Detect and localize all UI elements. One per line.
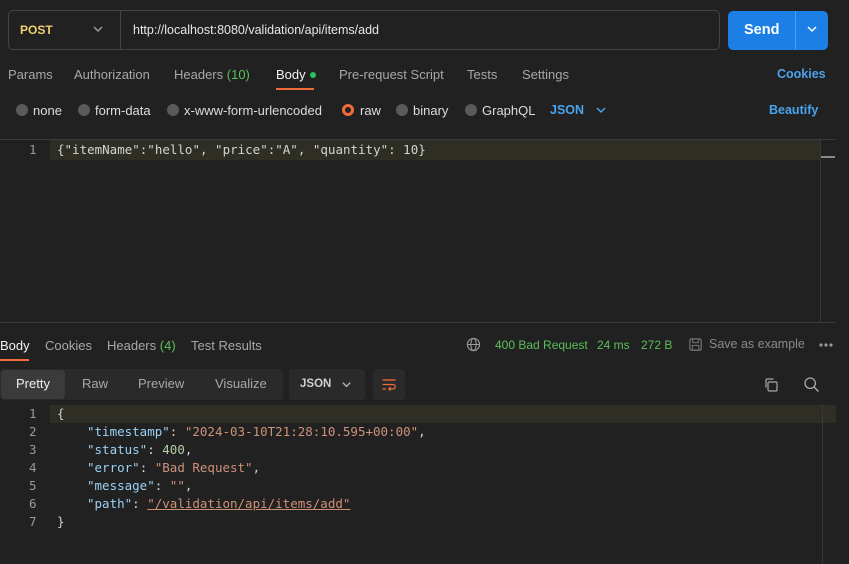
line-number: 2: [29, 424, 37, 439]
radio-none-label[interactable]: none: [33, 103, 62, 118]
view-preview[interactable]: Preview: [138, 376, 184, 391]
radio-none[interactable]: [16, 104, 28, 116]
method-label: POST: [20, 23, 53, 37]
json-key: "message": [87, 478, 155, 493]
view-pretty[interactable]: Pretty: [16, 376, 50, 391]
view-raw[interactable]: Raw: [82, 376, 108, 391]
search-icon[interactable]: [803, 376, 820, 393]
save-as-example-button[interactable]: Save as example: [709, 337, 805, 351]
code-line: "timestamp": "2024-03-10T21:28:10.595+00…: [87, 424, 426, 439]
url-bar: POST http://localhost:8080/validation/ap…: [8, 10, 720, 50]
active-tab-underline: [276, 88, 314, 90]
chevron-down-icon: [93, 26, 103, 33]
radio-binary[interactable]: [396, 104, 408, 116]
line-number: 1: [29, 142, 37, 157]
response-tab-underline: [0, 359, 29, 361]
radio-graphql-label[interactable]: GraphQL: [482, 103, 535, 118]
radio-raw-label[interactable]: raw: [360, 103, 381, 118]
url-input[interactable]: http://localhost:8080/validation/api/ite…: [133, 23, 379, 37]
tab-tests[interactable]: Tests: [467, 67, 497, 82]
radio-binary-label[interactable]: binary: [413, 103, 448, 118]
code-line: "message": "",: [87, 478, 193, 493]
json-link-value[interactable]: "/validation/api/items/add": [147, 496, 350, 511]
line-number: 3: [29, 442, 37, 457]
body-indicator-dot: [309, 71, 316, 78]
line-number: 7: [29, 514, 37, 529]
line-number: 1: [29, 406, 37, 421]
response-size[interactable]: 272 B: [641, 338, 672, 352]
code-line: "error": "Bad Request",: [87, 460, 261, 475]
send-divider: [795, 11, 796, 50]
tab-settings[interactable]: Settings: [522, 67, 569, 82]
json-trail: ,: [418, 424, 426, 439]
response-scrollbar[interactable]: [822, 405, 836, 564]
tab-body[interactable]: Body: [276, 67, 316, 82]
code-line: }: [57, 514, 65, 529]
json-key: "error": [87, 460, 140, 475]
chevron-down-icon[interactable]: [805, 22, 819, 36]
save-icon: [689, 338, 702, 351]
radio-form-data-label[interactable]: form-data: [95, 103, 151, 118]
code-line: "path": "/validation/api/items/add": [87, 496, 351, 511]
json-value: "Bad Request": [154, 460, 253, 475]
response-tab-headers-count: (4): [159, 338, 176, 353]
response-tab-cookies[interactable]: Cookies: [45, 338, 92, 353]
response-body-viewer[interactable]: 1 { 2 "timestamp": "2024-03-10T21:28:10.…: [0, 405, 820, 564]
response-tab-body[interactable]: Body: [0, 338, 30, 353]
tab-authorization[interactable]: Authorization: [74, 67, 150, 82]
radio-form-data[interactable]: [78, 104, 90, 116]
tab-headers-count: (10): [226, 67, 250, 82]
editor-scrollbar[interactable]: [820, 140, 835, 322]
code-line: "status": 400,: [87, 442, 193, 457]
radio-graphql[interactable]: [465, 104, 477, 116]
response-tab-test-results[interactable]: Test Results: [191, 338, 262, 353]
cookies-link[interactable]: Cookies: [777, 67, 826, 81]
body-language-select[interactable]: JSON: [550, 103, 584, 117]
json-value: "": [169, 478, 185, 493]
globe-icon[interactable]: [466, 337, 481, 352]
json-trail: ,: [252, 460, 261, 475]
json-key: "status": [87, 442, 148, 457]
json-key: "path": [87, 496, 133, 511]
json-value: "2024-03-10T21:28:10.595+00:00": [184, 424, 419, 439]
response-format-select[interactable]: JSON: [289, 369, 365, 400]
json-key: "timestamp": [87, 424, 170, 439]
tab-headers[interactable]: Headers (10): [174, 67, 250, 82]
chevron-down-icon: [342, 382, 351, 388]
tab-headers-label: Headers: [174, 67, 224, 82]
chevron-down-icon[interactable]: [594, 103, 608, 117]
line-number: 6: [29, 496, 37, 511]
beautify-button[interactable]: Beautify: [769, 103, 818, 117]
json-value: 400: [162, 442, 185, 457]
method-select[interactable]: POST: [9, 11, 121, 49]
response-tab-headers-label: Headers: [107, 338, 157, 353]
request-body-code[interactable]: {"itemName":"hello", "price":"A", "quant…: [57, 142, 426, 157]
line-number: 4: [29, 460, 37, 475]
radio-urlencoded[interactable]: [167, 104, 179, 116]
send-button[interactable]: Send: [728, 11, 828, 50]
response-format-label: JSON: [300, 378, 332, 390]
wrap-lines-button[interactable]: [373, 369, 405, 400]
copy-icon[interactable]: [763, 377, 779, 393]
scrollbar-thumb[interactable]: [821, 140, 835, 158]
radio-urlencoded-label[interactable]: x-www-form-urlencoded: [184, 103, 322, 118]
json-trail: ,: [184, 442, 193, 457]
radio-raw[interactable]: [342, 104, 354, 116]
line-number: 5: [29, 478, 37, 493]
wrap-icon: [382, 379, 396, 392]
view-visualize[interactable]: Visualize: [215, 376, 267, 391]
tab-pre-request-script[interactable]: Pre-request Script: [339, 67, 444, 82]
tab-body-label: Body: [276, 67, 306, 82]
tab-params[interactable]: Params: [8, 67, 53, 82]
send-label: Send: [744, 22, 780, 38]
more-icon[interactable]: [818, 339, 834, 351]
request-body-editor[interactable]: 1 {"itemName":"hello", "price":"A", "qua…: [0, 139, 836, 323]
response-time[interactable]: 24 ms: [597, 338, 630, 352]
json-trail: ,: [184, 478, 193, 493]
response-tab-headers[interactable]: Headers (4): [107, 338, 176, 353]
status-badge[interactable]: 400 Bad Request: [495, 338, 588, 352]
view-mode-group: Pretty Raw Preview Visualize: [0, 369, 283, 400]
code-line: {: [57, 406, 65, 421]
